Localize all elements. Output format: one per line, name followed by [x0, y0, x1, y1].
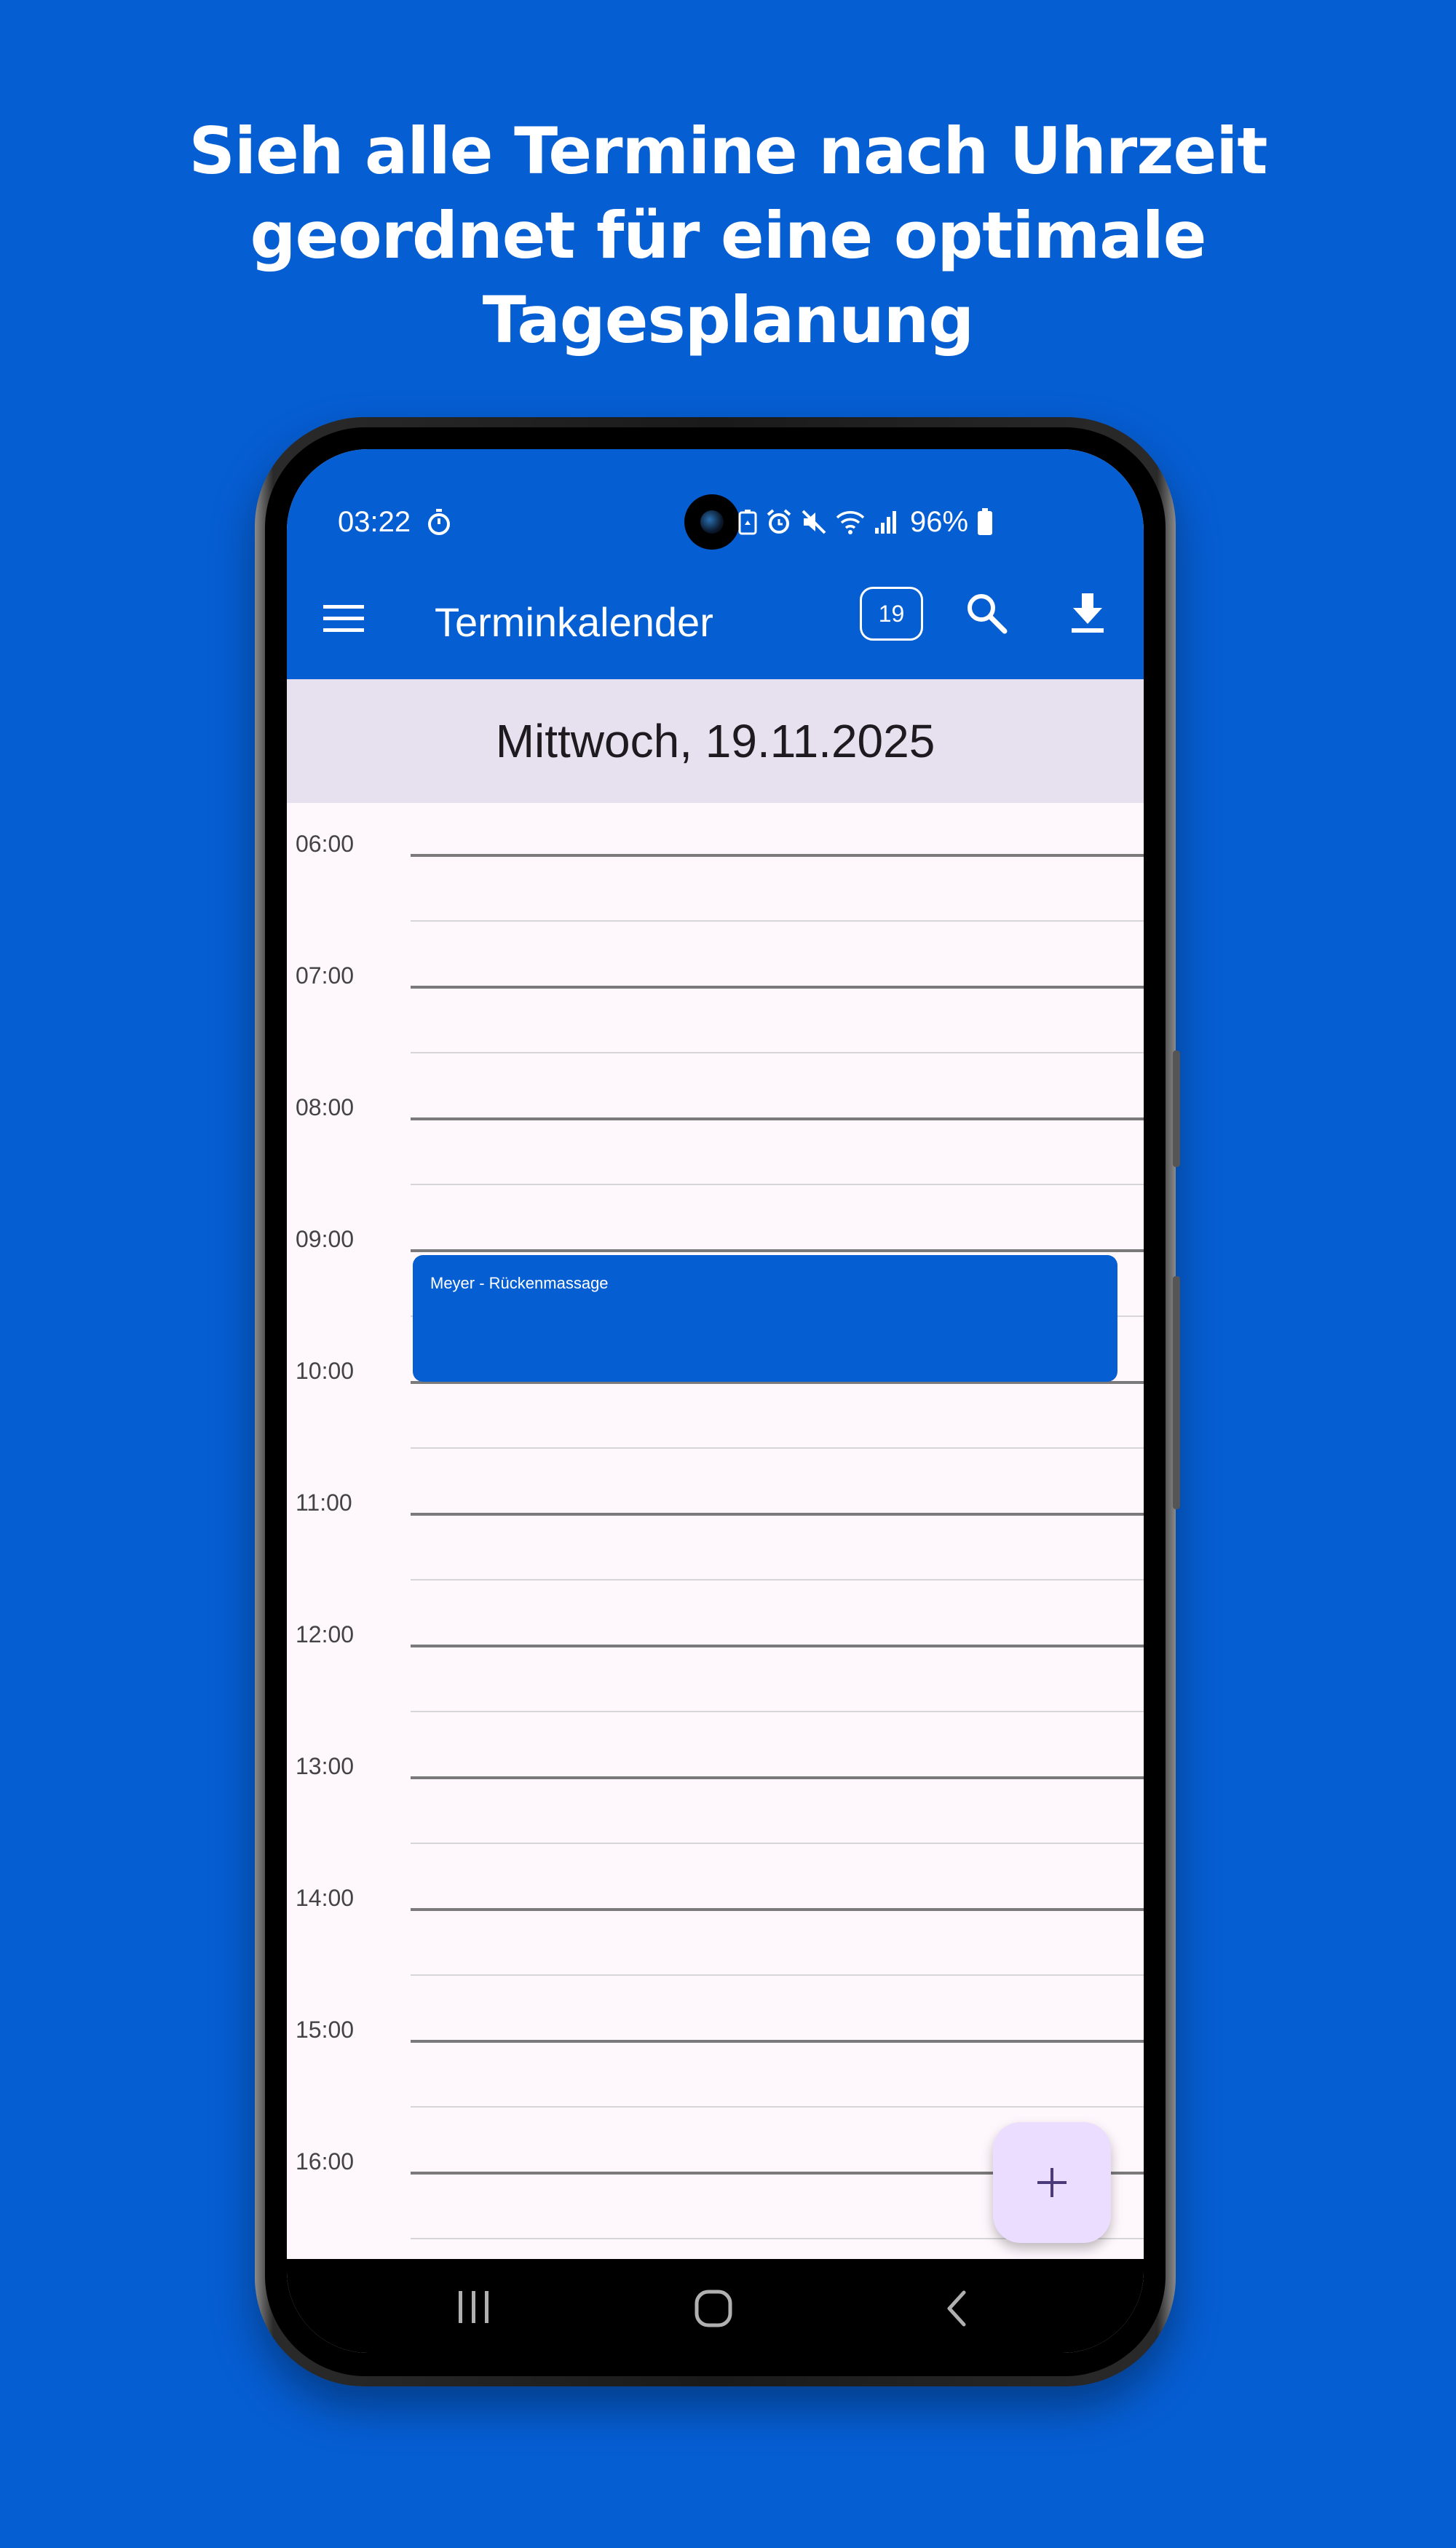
add-appointment-button[interactable]	[993, 2122, 1111, 2243]
day-header-date: Mittwoch, 19.11.2025	[495, 715, 935, 767]
search-icon[interactable]	[964, 590, 1009, 639]
hour-label: 09:00	[296, 1226, 355, 1252]
half-hour-gridline	[411, 1184, 1144, 1185]
hour-gridline	[411, 1513, 1144, 1516]
hour-gridline	[411, 1645, 1144, 1647]
day-header: Mittwoch, 19.11.2025	[287, 679, 1144, 803]
half-hour-gridline	[411, 1843, 1144, 1844]
hour-label: 12:00	[296, 1621, 355, 1647]
hour-gridline	[411, 1908, 1144, 1911]
app-title: Terminkalender	[435, 599, 713, 645]
half-hour-gridline	[411, 1447, 1144, 1449]
battery-saver-icon	[738, 509, 757, 535]
hour-gridline	[411, 2040, 1144, 2043]
hour-label: 10:00	[296, 1358, 355, 1384]
volume-button	[1173, 1051, 1180, 1167]
home-icon[interactable]	[693, 2288, 734, 2333]
wifi-icon	[836, 509, 865, 535]
day-timeline[interactable]: 06:00 07:00 08:00 09:00 10:00 11:00 12:00 13:00…	[287, 803, 1144, 2259]
status-icons: 96%	[738, 506, 993, 538]
mute-icon	[801, 509, 827, 535]
hour-label: 07:00	[296, 962, 355, 989]
download-icon[interactable]	[1069, 590, 1107, 639]
headline-line-1: Sieh alle Termine nach Uhrzeit	[189, 114, 1268, 189]
half-hour-gridline	[411, 1579, 1144, 1580]
headline-line-3: Tagesplanung	[482, 282, 975, 357]
signal-icon	[874, 509, 898, 535]
today-chip-label: 19	[878, 601, 905, 627]
marketing-headline: Sieh alle Termine nach Uhrzeit geordnet …	[0, 109, 1456, 363]
event-title: Meyer - Rückenmassage	[430, 1274, 609, 1292]
front-camera	[684, 494, 740, 550]
hour-label: 14:00	[296, 1885, 355, 1911]
battery-icon	[977, 508, 993, 536]
half-hour-gridline	[411, 920, 1144, 922]
status-bar: 03:22 96%	[287, 449, 1144, 566]
hour-label: 13:00	[296, 1753, 355, 1779]
headline-line-2: geordnet für eine optimale	[250, 198, 1207, 273]
hour-label: 15:00	[296, 2017, 355, 2043]
hour-label: 06:00	[296, 831, 355, 857]
hour-gridline	[411, 986, 1144, 989]
stopwatch-icon	[427, 509, 451, 539]
system-nav-bar	[287, 2259, 1144, 2353]
phone-frame: 03:22 96% Terminkalender 19 Mittwoch, 19…	[255, 417, 1180, 2386]
battery-percentage: 96%	[910, 505, 969, 538]
half-hour-gridline	[411, 2106, 1144, 2108]
half-hour-gridline	[411, 1974, 1144, 1976]
phone-screen: 03:22 96% Terminkalender 19 Mittwoch, 19…	[287, 449, 1144, 2353]
power-button	[1173, 1276, 1180, 1509]
half-hour-gridline	[411, 1052, 1144, 1053]
hour-gridline	[411, 854, 1144, 857]
alarm-icon	[766, 509, 792, 535]
hour-gridline	[411, 1117, 1144, 1120]
back-icon[interactable]	[942, 2288, 971, 2333]
hour-gridline	[411, 1776, 1144, 1779]
recents-icon[interactable]	[456, 2288, 492, 2330]
hour-label: 16:00	[296, 2148, 355, 2175]
hour-gridline	[411, 1249, 1144, 1252]
event-card[interactable]: Meyer - Rückenmassage	[413, 1255, 1117, 1382]
hour-label: 11:00	[296, 1489, 352, 1516]
calendar-today-icon[interactable]: 19	[860, 587, 923, 641]
app-bar: Terminkalender 19	[287, 566, 1144, 679]
hour-label: 08:00	[296, 1094, 355, 1120]
status-time: 03:22	[338, 506, 411, 538]
menu-icon[interactable]	[323, 602, 364, 638]
half-hour-gridline	[411, 1711, 1144, 1712]
